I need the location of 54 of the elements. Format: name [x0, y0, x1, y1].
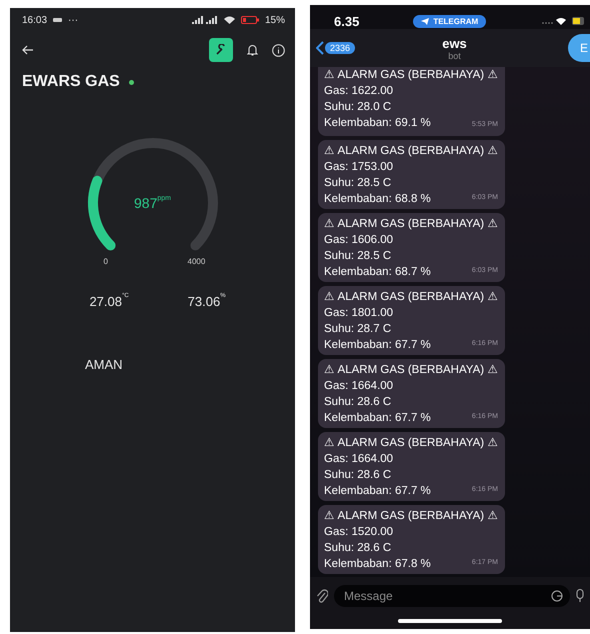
message-line: ⚠ ALARM GAS (BERBAHAYA) ⚠ — [324, 509, 498, 524]
message-line: Gas: 1622.00 — [324, 84, 394, 99]
message-line: Kelembaban: 67.7 % — [324, 484, 431, 499]
status-text: AMAN — [85, 357, 123, 372]
message-line: Gas: 1606.00 — [324, 233, 394, 248]
gauge-max-label: 4000 — [188, 257, 206, 266]
paper-plane-icon — [421, 18, 430, 24]
message-line: Gas: 1664.00 — [324, 379, 394, 394]
message-line: Suhu: 28.5 C — [324, 176, 392, 191]
status-time: 16:03 — [22, 14, 48, 26]
avatar[interactable]: E — [568, 34, 590, 62]
message-line: ⚠ ALARM GAS (BERBAHAYA) ⚠ — [324, 144, 498, 159]
message-line: ⚠ ALARM GAS (BERBAHAYA) ⚠ — [324, 363, 498, 378]
message-line: Suhu: 28.6 C — [324, 395, 392, 410]
message-line: ⚠ ALARM GAS (BERBAHAYA) ⚠ — [324, 68, 498, 83]
battery-percent: 15% — [264, 14, 285, 26]
message-line: Kelembaban: 68.7 % — [324, 265, 431, 280]
message-line: Gas: 1664.00 — [324, 452, 394, 467]
message-line: ⚠ ALARM GAS (BERBAHAYA) ⚠ — [324, 436, 498, 451]
chat-title: ews — [442, 36, 467, 50]
bell-icon[interactable] — [247, 44, 258, 56]
message-line: Kelembaban: 67.7 % — [324, 411, 431, 426]
message-line: Suhu: 28.0 C — [324, 100, 392, 115]
status-time: 6.35 — [334, 14, 360, 28]
back-arrow-icon[interactable] — [22, 45, 34, 55]
paperclip-icon[interactable] — [316, 588, 328, 604]
message-line: Kelembaban: 68.8 % — [324, 192, 431, 207]
microphone-icon[interactable] — [576, 589, 584, 603]
chat-subtitle: bot — [448, 50, 461, 60]
battery-icon — [240, 16, 259, 24]
info-icon[interactable] — [272, 44, 285, 56]
wifi-icon — [224, 16, 235, 24]
app-pill[interactable]: TELEGRAM — [413, 14, 486, 28]
settings-button[interactable] — [209, 38, 233, 62]
gauge-min-label: 0 — [104, 257, 108, 266]
message-line: Gas: 1753.00 — [324, 160, 394, 175]
message-line: ⚠ ALARM GAS (BERBAHAYA) ⚠ — [324, 290, 498, 305]
chevron-left-icon — [316, 41, 324, 55]
message-line: Suhu: 28.7 C — [324, 322, 392, 337]
message-line: Suhu: 28.6 C — [324, 541, 392, 556]
message-input[interactable]: Message — [334, 585, 570, 607]
message-line: Suhu: 28.5 C — [324, 249, 392, 264]
message-line: Kelembaban: 67.8 % — [324, 557, 431, 572]
device-title: EWARS GAS — [22, 73, 120, 91]
message-line: Kelembaban: 69.1 % — [324, 116, 431, 131]
message-line: Gas: 1801.00 — [324, 306, 394, 321]
message-line: ⚠ ALARM GAS (BERBAHAYA) ⚠ — [324, 217, 498, 232]
signal-icon — [192, 16, 218, 24]
message-line: Suhu: 28.6 C — [324, 468, 392, 483]
message-line: Gas: 1520.00 — [324, 525, 394, 540]
message-line: Kelembaban: 67.7 % — [324, 338, 431, 353]
status-dots: ··· — [68, 14, 78, 26]
battery-icon — [572, 17, 584, 25]
sticker-icon[interactable] — [551, 590, 563, 602]
